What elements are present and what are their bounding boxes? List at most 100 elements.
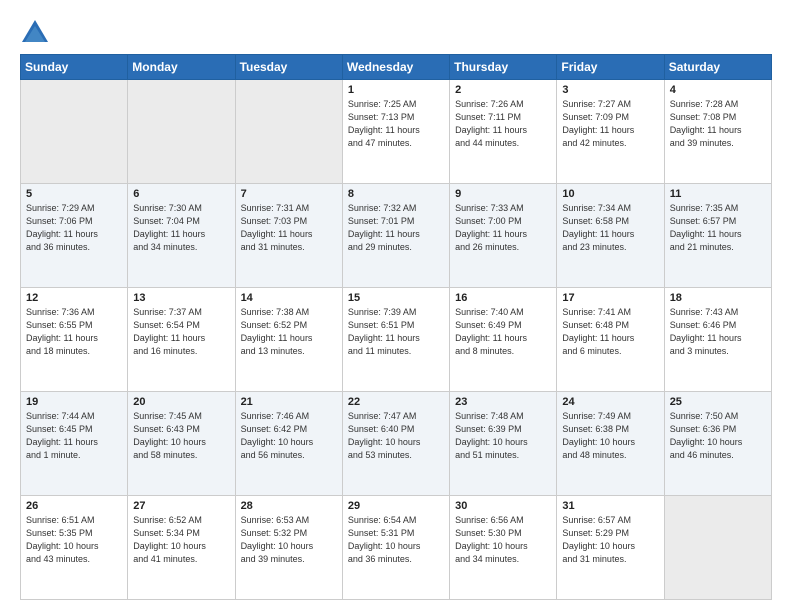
calendar-day-cell: 21Sunrise: 7:46 AM Sunset: 6:42 PM Dayli… — [235, 392, 342, 496]
day-info: Sunrise: 7:29 AM Sunset: 7:06 PM Dayligh… — [26, 202, 122, 254]
calendar-week-row: 1 Sunrise: 7:25 AM Sunset: 7:13 PM Daylig… — [21, 80, 772, 184]
day-number: 8 — [348, 188, 444, 200]
day-number: 29 — [348, 500, 444, 512]
day-info: Sunrise: 7:32 AM Sunset: 7:01 PM Dayligh… — [348, 202, 444, 254]
calendar-day-header: Saturday — [664, 55, 771, 80]
day-info: Sunrise: 7:43 AM Sunset: 6:46 PM Dayligh… — [670, 306, 766, 358]
calendar-day-cell: 20Sunrise: 7:45 AM Sunset: 6:43 PM Dayli… — [128, 392, 235, 496]
calendar-day-cell: 19Sunrise: 7:44 AM Sunset: 6:45 PM Dayli… — [21, 392, 128, 496]
day-info: Sunrise: 7:49 AM Sunset: 6:38 PM Dayligh… — [562, 410, 658, 462]
day-number: 1 — [348, 84, 444, 96]
day-number: 31 — [562, 500, 658, 512]
day-info: Sunrise: 7:25 AM Sunset: 7:13 PM Dayligh… — [348, 98, 444, 150]
calendar-day-cell — [235, 80, 342, 184]
day-number: 26 — [26, 500, 122, 512]
calendar-day-header: Sunday — [21, 55, 128, 80]
calendar-day-cell: 22 Sunrise: 7:47 AM Sunset: 6:40 PM Dayli… — [342, 392, 449, 496]
calendar-day-header: Monday — [128, 55, 235, 80]
day-number: 16 — [455, 292, 551, 304]
day-info: Sunrise: 7:47 AM Sunset: 6:40 PM Dayligh… — [348, 410, 444, 462]
day-info: Sunrise: 7:26 AM Sunset: 7:11 PM Dayligh… — [455, 98, 551, 150]
calendar-day-cell: 30Sunrise: 6:56 AM Sunset: 5:30 PM Dayli… — [450, 496, 557, 600]
calendar-day-cell: 18 Sunrise: 7:43 AM Sunset: 6:46 PM Dayli… — [664, 288, 771, 392]
day-number: 24 — [562, 396, 658, 408]
calendar-week-row: 12Sunrise: 7:36 AM Sunset: 6:55 PM Dayli… — [21, 288, 772, 392]
day-number: 30 — [455, 500, 551, 512]
day-info: Sunrise: 7:36 AM Sunset: 6:55 PM Dayligh… — [26, 306, 122, 358]
calendar-header-row: SundayMondayTuesdayWednesdayThursdayFrid… — [21, 55, 772, 80]
calendar-day-cell: 5 Sunrise: 7:29 AM Sunset: 7:06 PM Daylig… — [21, 184, 128, 288]
day-info: Sunrise: 6:54 AM Sunset: 5:31 PM Dayligh… — [348, 514, 444, 566]
day-number: 5 — [26, 188, 122, 200]
day-info: Sunrise: 7:27 AM Sunset: 7:09 PM Dayligh… — [562, 98, 658, 150]
day-number: 25 — [670, 396, 766, 408]
day-number: 28 — [241, 500, 337, 512]
day-number: 22 — [348, 396, 444, 408]
calendar-day-cell — [21, 80, 128, 184]
calendar-day-cell: 28 Sunrise: 6:53 AM Sunset: 5:32 PM Dayli… — [235, 496, 342, 600]
day-number: 7 — [241, 188, 337, 200]
calendar-day-header: Thursday — [450, 55, 557, 80]
day-info: Sunrise: 7:41 AM Sunset: 6:48 PM Dayligh… — [562, 306, 658, 358]
day-info: Sunrise: 7:38 AM Sunset: 6:52 PM Dayligh… — [241, 306, 337, 358]
day-info: Sunrise: 7:39 AM Sunset: 6:51 PM Dayligh… — [348, 306, 444, 358]
day-number: 27 — [133, 500, 229, 512]
day-number: 23 — [455, 396, 551, 408]
calendar-day-cell: 26 Sunrise: 6:51 AM Sunset: 5:35 PM Dayli… — [21, 496, 128, 600]
calendar-day-cell: 17 Sunrise: 7:41 AM Sunset: 6:48 PM Dayli… — [557, 288, 664, 392]
day-info: Sunrise: 6:52 AM Sunset: 5:34 PM Dayligh… — [133, 514, 229, 566]
day-info: Sunrise: 7:31 AM Sunset: 7:03 PM Dayligh… — [241, 202, 337, 254]
day-info: Sunrise: 6:51 AM Sunset: 5:35 PM Dayligh… — [26, 514, 122, 566]
day-info: Sunrise: 7:34 AM Sunset: 6:58 PM Dayligh… — [562, 202, 658, 254]
header — [20, 18, 772, 46]
day-info: Sunrise: 7:40 AM Sunset: 6:49 PM Dayligh… — [455, 306, 551, 358]
calendar-day-cell: 13Sunrise: 7:37 AM Sunset: 6:54 PM Dayli… — [128, 288, 235, 392]
calendar-day-cell: 16 Sunrise: 7:40 AM Sunset: 6:49 PM Dayli… — [450, 288, 557, 392]
page: SundayMondayTuesdayWednesdayThursdayFrid… — [0, 0, 792, 612]
day-number: 4 — [670, 84, 766, 96]
calendar-day-header: Friday — [557, 55, 664, 80]
calendar-day-cell: 11 Sunrise: 7:35 AM Sunset: 6:57 PM Dayli… — [664, 184, 771, 288]
day-number: 9 — [455, 188, 551, 200]
day-info: Sunrise: 6:53 AM Sunset: 5:32 PM Dayligh… — [241, 514, 337, 566]
day-number: 13 — [133, 292, 229, 304]
calendar-day-cell — [664, 496, 771, 600]
calendar-day-cell: 29 Sunrise: 6:54 AM Sunset: 5:31 PM Dayli… — [342, 496, 449, 600]
day-info: Sunrise: 7:33 AM Sunset: 7:00 PM Dayligh… — [455, 202, 551, 254]
calendar-table: SundayMondayTuesdayWednesdayThursdayFrid… — [20, 54, 772, 600]
day-number: 15 — [348, 292, 444, 304]
calendar-day-cell: 10 Sunrise: 7:34 AM Sunset: 6:58 PM Dayli… — [557, 184, 664, 288]
day-number: 2 — [455, 84, 551, 96]
calendar-day-cell: 25 Sunrise: 7:50 AM Sunset: 6:36 PM Dayli… — [664, 392, 771, 496]
logo — [20, 18, 54, 46]
calendar-day-cell: 4Sunrise: 7:28 AM Sunset: 7:08 PM Daylig… — [664, 80, 771, 184]
calendar-day-cell: 3Sunrise: 7:27 AM Sunset: 7:09 PM Daylig… — [557, 80, 664, 184]
calendar-day-header: Tuesday — [235, 55, 342, 80]
day-info: Sunrise: 6:57 AM Sunset: 5:29 PM Dayligh… — [562, 514, 658, 566]
day-number: 14 — [241, 292, 337, 304]
calendar-week-row: 19Sunrise: 7:44 AM Sunset: 6:45 PM Dayli… — [21, 392, 772, 496]
calendar-day-cell: 27 Sunrise: 6:52 AM Sunset: 5:34 PM Dayli… — [128, 496, 235, 600]
calendar-week-row: 26 Sunrise: 6:51 AM Sunset: 5:35 PM Dayli… — [21, 496, 772, 600]
day-number: 6 — [133, 188, 229, 200]
calendar-day-cell: 2 Sunrise: 7:26 AM Sunset: 7:11 PM Daylig… — [450, 80, 557, 184]
calendar-day-cell: 7 Sunrise: 7:31 AM Sunset: 7:03 PM Daylig… — [235, 184, 342, 288]
day-info: Sunrise: 7:50 AM Sunset: 6:36 PM Dayligh… — [670, 410, 766, 462]
day-info: Sunrise: 7:44 AM Sunset: 6:45 PM Dayligh… — [26, 410, 122, 462]
calendar-day-cell: 6Sunrise: 7:30 AM Sunset: 7:04 PM Daylig… — [128, 184, 235, 288]
calendar-day-cell: 14 Sunrise: 7:38 AM Sunset: 6:52 PM Dayli… — [235, 288, 342, 392]
day-info: Sunrise: 7:48 AM Sunset: 6:39 PM Dayligh… — [455, 410, 551, 462]
day-number: 11 — [670, 188, 766, 200]
day-number: 17 — [562, 292, 658, 304]
calendar-day-cell: 15 Sunrise: 7:39 AM Sunset: 6:51 PM Dayli… — [342, 288, 449, 392]
logo-icon — [20, 18, 50, 46]
day-number: 18 — [670, 292, 766, 304]
day-info: Sunrise: 7:35 AM Sunset: 6:57 PM Dayligh… — [670, 202, 766, 254]
calendar-day-cell: 8 Sunrise: 7:32 AM Sunset: 7:01 PM Daylig… — [342, 184, 449, 288]
calendar-day-cell: 1 Sunrise: 7:25 AM Sunset: 7:13 PM Daylig… — [342, 80, 449, 184]
day-number: 10 — [562, 188, 658, 200]
calendar-day-header: Wednesday — [342, 55, 449, 80]
day-info: Sunrise: 7:46 AM Sunset: 6:42 PM Dayligh… — [241, 410, 337, 462]
calendar-day-cell: 12Sunrise: 7:36 AM Sunset: 6:55 PM Dayli… — [21, 288, 128, 392]
calendar-day-cell: 9 Sunrise: 7:33 AM Sunset: 7:00 PM Daylig… — [450, 184, 557, 288]
